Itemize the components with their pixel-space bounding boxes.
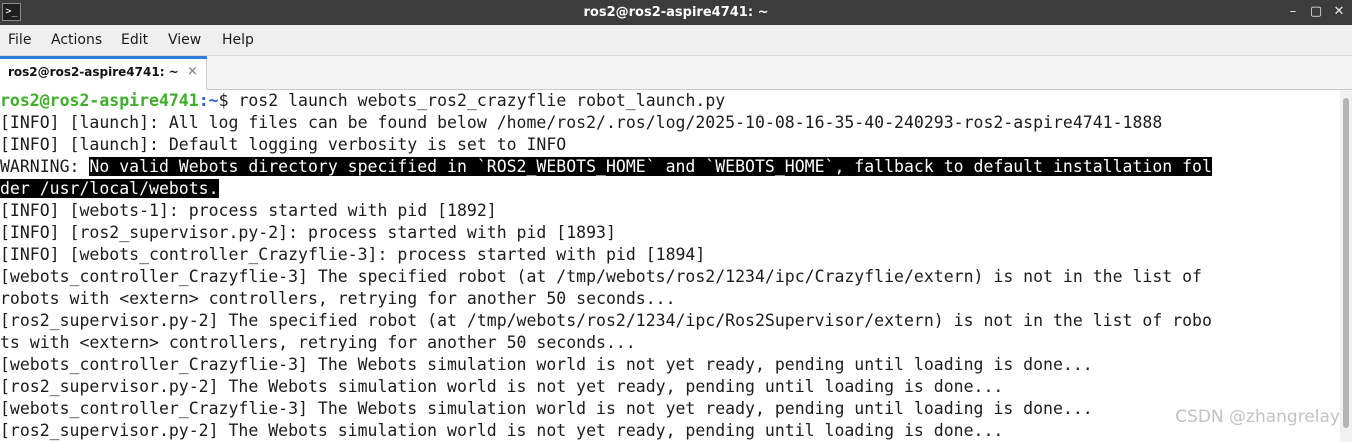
watermark: CSDN @zhangrelay [1175, 407, 1340, 427]
close-button[interactable]: ✕ [1329, 2, 1349, 22]
log-line: [webots_controller_Crazyflie-3] The Webo… [0, 399, 1093, 418]
tab-bar: ros2@ros2-aspire4741: ~ × [0, 56, 1352, 90]
warning-prefix: WARNING: [0, 157, 90, 176]
prompt-line: ros2@ros2-aspire4741:~$ ros2 launch webo… [0, 90, 1340, 112]
log-line: [ros2_supervisor.py-2] The Webots simula… [0, 421, 1004, 440]
minimize-button[interactable]: – [1283, 2, 1303, 22]
tab-close-icon[interactable]: × [187, 56, 198, 88]
prompt-path: :~ [198, 91, 219, 110]
warning-line-continued: der /usr/local/webots. [0, 178, 1340, 200]
selected-text: No valid Webots directory specified in `… [89, 157, 1212, 176]
command-text: ros2 launch webots_ros2_crazyflie robot_… [238, 91, 726, 110]
vertical-scrollbar[interactable] [1340, 90, 1352, 442]
prompt-user: ros2@ros2-aspire4741 [0, 91, 199, 110]
warning-line: WARNING: No valid Webots directory speci… [0, 156, 1340, 178]
log-line: [INFO] [launch]: Default logging verbosi… [0, 135, 567, 154]
menu-actions[interactable]: Actions [51, 25, 102, 56]
menu-bar: File Actions Edit View Help [0, 25, 1352, 56]
log-line: robots with <extern> controllers, retryi… [0, 289, 676, 308]
log-line: [INFO] [ros2_supervisor.py-2]: process s… [0, 223, 616, 242]
log-line: [webots_controller_Crazyflie-3] The Webo… [0, 355, 1093, 374]
menu-edit[interactable]: Edit [121, 25, 148, 56]
maximize-button[interactable]: ▢ [1306, 2, 1326, 22]
log-line: [ros2_supervisor.py-2] The specified rob… [0, 311, 1212, 330]
log-line: [ros2_supervisor.py-2] The Webots simula… [0, 377, 1004, 396]
terminal-output[interactable]: ros2@ros2-aspire4741:~$ ros2 launch webo… [0, 90, 1340, 442]
log-line: [webots_controller_Crazyflie-3] The spec… [0, 267, 1202, 286]
log-line: ts with <extern> controllers, retrying f… [0, 333, 636, 352]
prompt-symbol: $ [218, 91, 239, 110]
menu-view[interactable]: View [168, 25, 201, 56]
menu-file[interactable]: File [8, 25, 31, 56]
log-line: [INFO] [launch]: All log files can be fo… [0, 113, 1163, 132]
log-line: [INFO] [webots-1]: process started with … [0, 201, 497, 220]
window-title: ros2@ros2-aspire4741: ~ [583, 5, 769, 20]
log-line: [INFO] [webots_controller_Crazyflie-3]: … [0, 245, 706, 264]
selected-text: der /usr/local/webots. [0, 179, 219, 198]
tab-terminal[interactable]: ros2@ros2-aspire4741: ~ × [0, 56, 207, 90]
menu-help[interactable]: Help [222, 25, 254, 56]
window-titlebar: >_ ros2@ros2-aspire4741: ~ – ▢ ✕ [0, 0, 1352, 25]
scrollbar-thumb[interactable] [1343, 98, 1349, 428]
tab-label: ros2@ros2-aspire4741: ~ [8, 65, 179, 79]
